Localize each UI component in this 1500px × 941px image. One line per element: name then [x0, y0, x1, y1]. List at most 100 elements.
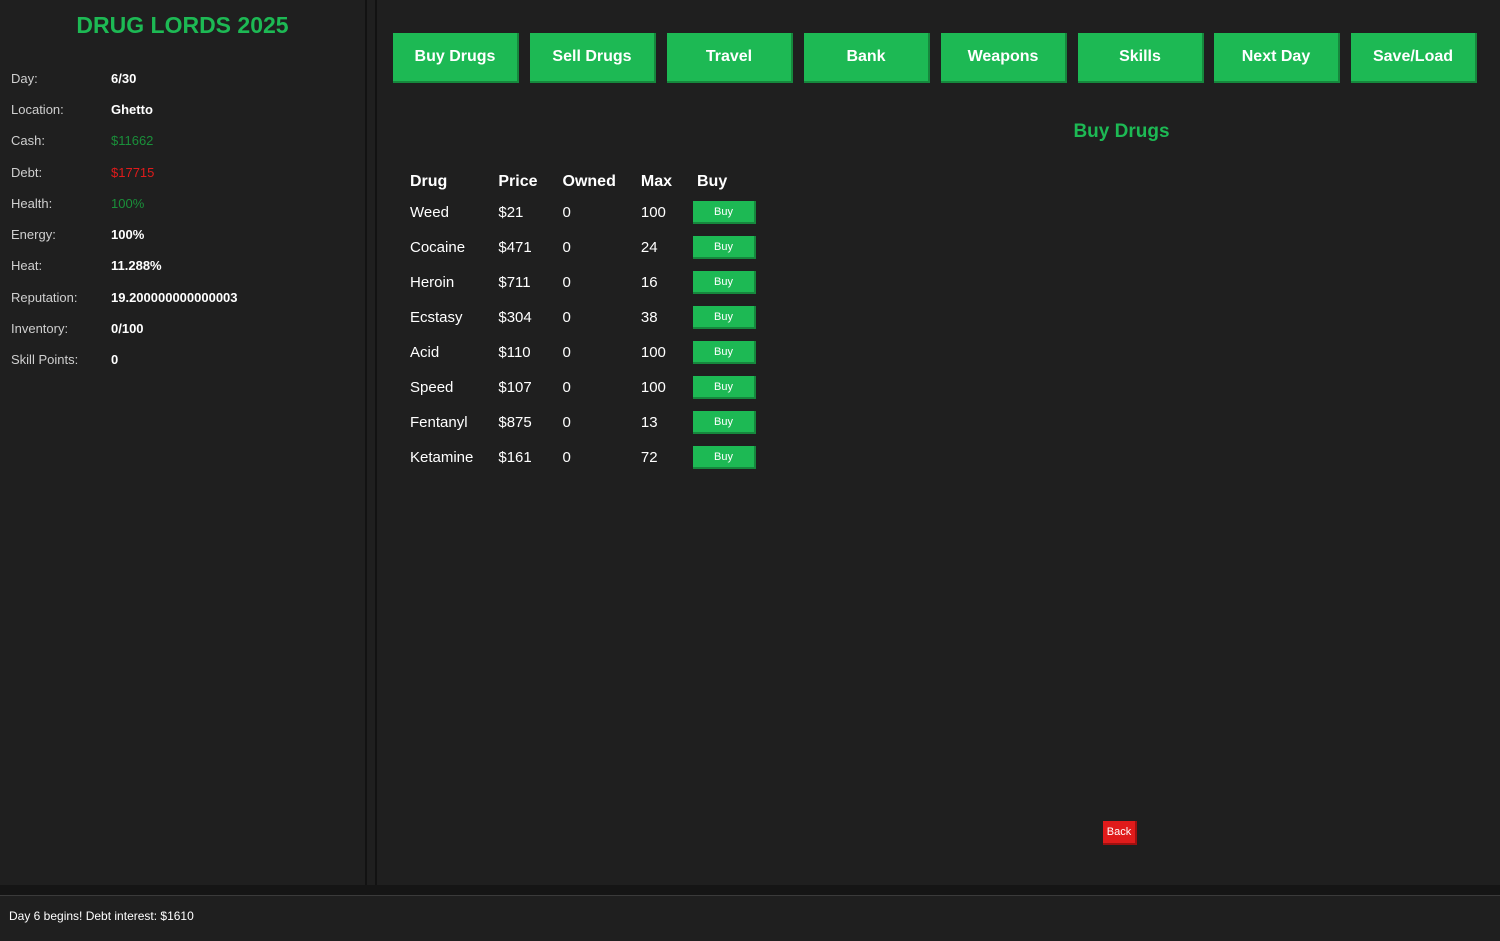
stat-cash: Cash: $11662: [11, 133, 361, 153]
stat-value: Ghetto: [111, 102, 153, 117]
stat-reputation: Reputation: 19.200000000000003: [11, 290, 361, 310]
back-button[interactable]: Back: [1103, 821, 1137, 845]
drug-owned: 0: [562, 204, 571, 221]
app-title: DRUG LORDS 2025: [76, 12, 289, 38]
message-log: Day 6 begins! Debt interest: $1610: [0, 896, 1500, 941]
buy-fentanyl-button[interactable]: Buy: [692, 411, 756, 434]
drug-name: Ecstasy: [410, 309, 463, 326]
table-header-row: Drug Price Owned Max Buy: [410, 169, 756, 195]
skills-button[interactable]: Skills: [1078, 33, 1204, 83]
drug-price: $110: [498, 344, 531, 361]
weapons-button[interactable]: Weapons: [941, 33, 1067, 83]
drug-name: Speed: [410, 379, 454, 396]
buy-drugs-button[interactable]: Buy Drugs: [393, 33, 519, 83]
nav-bar: Buy Drugs Sell Drugs Travel Bank Weapons…: [393, 33, 1483, 83]
panel-divider: [367, 0, 377, 885]
buy-heroin-button[interactable]: Buy: [692, 271, 756, 294]
drug-price: $21: [498, 204, 524, 221]
drug-price: $875: [498, 414, 532, 431]
drug-owned: 0: [562, 379, 571, 396]
stat-label: Energy:: [11, 227, 56, 242]
drug-name: Weed: [410, 204, 449, 221]
stat-skill-points: Skill Points: 0: [11, 352, 361, 372]
drug-price: $711: [498, 274, 531, 291]
game-window: DRUG LORDS 2025 Day: 6/30 Location: Ghet…: [0, 0, 1500, 941]
stat-label: Heat:: [11, 258, 43, 273]
stat-label: Debt:: [11, 165, 43, 180]
stat-label: Inventory:: [11, 321, 69, 336]
table-row: Ecstasy $304 0 38 Buy: [410, 300, 756, 335]
table-row: Ketamine $161 0 72 Buy: [410, 440, 756, 475]
stat-day: Day: 6/30: [11, 71, 361, 91]
drug-name: Ketamine: [410, 449, 474, 466]
save-load-button[interactable]: Save/Load: [1351, 33, 1477, 83]
stat-value: 0: [111, 352, 119, 367]
buy-speed-button[interactable]: Buy: [692, 376, 756, 399]
table-row: Heroin $711 0 16 Buy: [410, 265, 756, 300]
buy-ecstasy-button[interactable]: Buy: [692, 306, 756, 329]
drug-max: 13: [640, 414, 658, 431]
buy-acid-button[interactable]: Buy: [692, 341, 756, 364]
buy-weed-button[interactable]: Buy: [692, 201, 756, 224]
main-panel: Buy Drugs Sell Drugs Travel Bank Weapons…: [379, 0, 1500, 885]
drug-name: Acid: [410, 344, 440, 361]
stat-label: Cash:: [11, 133, 45, 148]
stat-location: Location: Ghetto: [11, 102, 361, 122]
stat-inventory: Inventory: 0/100: [11, 321, 361, 341]
stat-health: Health: 100%: [11, 196, 361, 216]
column-header-max: Max: [640, 173, 672, 190]
stats-sidebar: DRUG LORDS 2025 Day: 6/30 Location: Ghet…: [0, 0, 367, 885]
stat-value: 6/30: [111, 71, 137, 86]
stat-value: 0/100: [111, 321, 144, 336]
stat-value: 100%: [111, 227, 145, 242]
drug-owned: 0: [562, 344, 571, 361]
drug-owned: 0: [562, 449, 571, 466]
column-header-buy: Buy: [696, 173, 728, 190]
stat-energy: Energy: 100%: [11, 227, 361, 247]
column-header-price: Price: [498, 173, 538, 190]
section-title: Buy Drugs: [1073, 121, 1170, 142]
drug-owned: 0: [562, 309, 571, 326]
stat-value: $17715: [111, 165, 155, 180]
stat-label: Location:: [11, 102, 64, 117]
drug-max: 38: [640, 309, 658, 326]
drug-price: $107: [498, 379, 532, 396]
drug-owned: 0: [562, 239, 571, 256]
log-message: Day 6 begins! Debt interest: $1610: [9, 909, 194, 923]
drug-max: 100: [640, 344, 666, 361]
column-header-owned: Owned: [562, 173, 616, 190]
drug-name: Fentanyl: [410, 414, 468, 431]
drug-price: $304: [498, 309, 532, 326]
stat-value: $11662: [111, 133, 154, 148]
stat-label: Reputation:: [11, 290, 78, 305]
next-day-button[interactable]: Next Day: [1214, 33, 1340, 83]
log-separator: [0, 885, 1500, 896]
table-row: Weed $21 0 100 Buy: [410, 195, 756, 230]
stat-label: Skill Points:: [11, 352, 79, 367]
stat-label: Health:: [11, 196, 53, 211]
buy-cocaine-button[interactable]: Buy: [692, 236, 756, 259]
drug-max: 100: [640, 204, 666, 221]
drug-name: Cocaine: [410, 239, 466, 256]
drug-max: 16: [640, 274, 658, 291]
drug-max: 100: [640, 379, 666, 396]
bank-button[interactable]: Bank: [804, 33, 930, 83]
buy-ketamine-button[interactable]: Buy: [692, 446, 756, 469]
table-row: Fentanyl $875 0 13 Buy: [410, 405, 756, 440]
travel-button[interactable]: Travel: [667, 33, 793, 83]
sell-drugs-button[interactable]: Sell Drugs: [530, 33, 656, 83]
drug-name: Heroin: [410, 274, 455, 291]
stat-value: 19.200000000000003: [111, 290, 238, 305]
column-header-drug: Drug: [410, 173, 448, 190]
table-row: Acid $110 0 100 Buy: [410, 335, 756, 370]
stat-value: 11.288%: [111, 258, 162, 273]
table-row: Speed $107 0 100 Buy: [410, 370, 756, 405]
drug-price: $161: [498, 449, 532, 466]
stat-label: Day:: [11, 71, 38, 86]
stat-debt: Debt: $17715: [11, 165, 361, 185]
drug-market-table: Drug Price Owned Max Buy Weed $21 0 100 …: [410, 169, 756, 475]
stat-value: 100%: [111, 196, 145, 211]
drug-owned: 0: [562, 414, 571, 431]
drug-owned: 0: [562, 274, 571, 291]
table-row: Cocaine $471 0 24 Buy: [410, 230, 756, 265]
